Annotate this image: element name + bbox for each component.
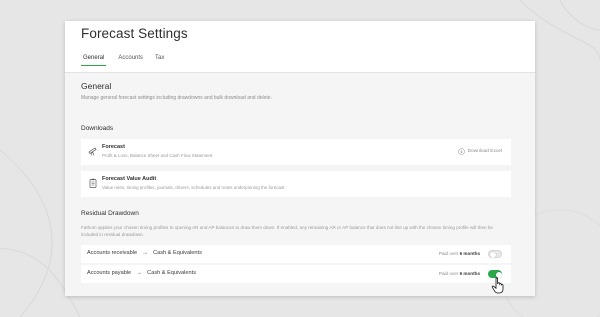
- downloads-heading: Downloads: [81, 125, 114, 132]
- tab-accounts[interactable]: Accounts: [118, 55, 143, 66]
- download-icon: [457, 148, 465, 155]
- download-row-value-audit[interactable]: Forecast Value Audit Value rules, timing…: [81, 171, 511, 197]
- toggle-knob: [489, 251, 496, 258]
- header: Forecast Settings General Accounts Tax: [65, 21, 535, 73]
- paid-over-value[interactable]: 6 months: [460, 251, 480, 256]
- download-excel-button[interactable]: Download Excel: [457, 148, 502, 155]
- target-account-label: Cash & Equivalents: [153, 250, 202, 256]
- tab-bar: General Accounts Tax: [81, 55, 164, 66]
- receivable-drawdown-toggle[interactable]: [488, 250, 502, 258]
- download-excel-label: Download Excel: [467, 149, 502, 154]
- settings-card: Forecast Settings General Accounts Tax G…: [65, 21, 535, 296]
- download-title-forecast: Forecast: [102, 144, 125, 150]
- paid-over-text: Paid over 6 months: [438, 251, 480, 256]
- paid-over-value[interactable]: 6 months: [460, 271, 480, 276]
- general-section: General Manage general forecast settings…: [81, 81, 511, 101]
- arrow-right-icon: →: [142, 250, 149, 256]
- paid-over-text: Paid over 6 months: [438, 271, 480, 276]
- residual-row-receivable: Accounts receivable → Cash & Equivalents…: [81, 245, 511, 263]
- residual-drawdown-description: Fathom applies your chosen timing profil…: [81, 225, 493, 237]
- general-heading: General: [81, 81, 112, 91]
- download-subtitle-value-audit: Value rules, timing profiles, journals, …: [102, 185, 285, 190]
- residual-drawdown-heading: Residual Drawdown: [81, 210, 139, 217]
- download-title-value-audit: Forecast Value Audit: [102, 176, 157, 182]
- telescope-icon: [88, 147, 97, 156]
- page-title: Forecast Settings: [81, 26, 188, 41]
- tab-tax[interactable]: Tax: [155, 55, 164, 66]
- clipboard-icon: [89, 178, 97, 188]
- hand-pointer-cursor-icon: [491, 277, 504, 294]
- residual-row-payable: Accounts payable → Cash & Equivalents Pa…: [81, 265, 511, 283]
- account-label: Accounts receivable: [87, 250, 138, 256]
- download-subtitle-forecast: Profit & Loss, Balance Sheet and Cash Fl…: [102, 153, 213, 158]
- target-account-label: Cash & Equivalents: [147, 270, 196, 276]
- account-label: Accounts payable: [87, 270, 132, 276]
- tab-general[interactable]: General: [81, 55, 107, 66]
- download-row-forecast: Forecast Profit & Loss, Balance Sheet an…: [81, 139, 511, 165]
- general-description: Manage general forecast settings includi…: [81, 95, 272, 101]
- arrow-right-icon: →: [136, 270, 143, 276]
